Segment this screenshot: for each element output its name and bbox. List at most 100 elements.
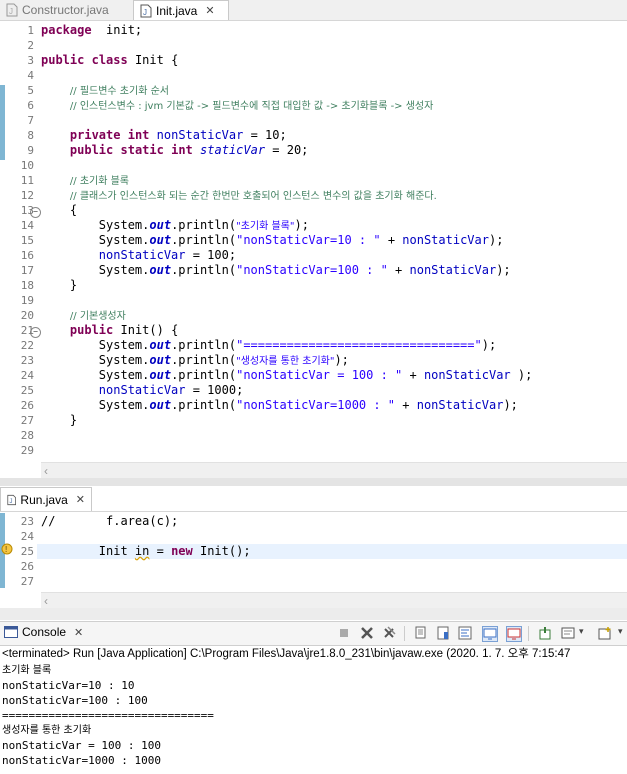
code-line[interactable]: nonStaticVar = 1000; xyxy=(41,383,244,398)
code-line[interactable]: public static int staticVar = 20; xyxy=(41,143,309,158)
code-token: ); xyxy=(334,353,349,367)
code-token: out xyxy=(149,233,172,247)
open-console-icon[interactable] xyxy=(598,626,612,640)
code-line[interactable]: // 필드변수 초기화 순서 xyxy=(41,83,169,98)
line-number: 24 xyxy=(20,369,34,382)
code-line[interactable]: System.out.println("nonStaticVar=1000 : … xyxy=(41,398,518,413)
line-number: 23 xyxy=(20,354,34,367)
code-line[interactable]: nonStaticVar = 100; xyxy=(41,248,236,263)
line-number: 18 xyxy=(20,279,34,292)
code-token: out xyxy=(149,353,172,367)
code-token: in xyxy=(134,544,150,558)
code-token: = 1000; xyxy=(185,383,244,397)
clear-console-icon[interactable] xyxy=(414,626,428,640)
terminate-icon[interactable] xyxy=(337,626,351,640)
code-line[interactable]: System.out.println("====================… xyxy=(41,338,496,353)
code-token: = xyxy=(149,544,172,558)
tab-label: Run.java xyxy=(20,492,68,507)
code-token: out xyxy=(149,398,172,412)
pane-separator[interactable] xyxy=(0,478,627,486)
remove-launch-icon[interactable] xyxy=(360,626,374,640)
console-view-toolbar: Console ✕ ▾ ▾ xyxy=(0,621,627,646)
pane-separator[interactable] xyxy=(0,608,627,620)
display-console-icon[interactable] xyxy=(561,626,575,640)
run-java-editor[interactable]: ! 23// f.area(c); 24 25 Init in = new Init… xyxy=(0,513,627,593)
code-token: .println( xyxy=(171,368,237,382)
code-line[interactable]: Init in = new Init(); xyxy=(41,544,251,559)
tab-init-java[interactable]: J Init.java ✕ xyxy=(133,0,229,20)
code-line[interactable]: // 클래스가 인스턴스화 되는 순간 한번만 호출되어 인스턴스 변수의 값을… xyxy=(41,188,437,203)
show-on-error-icon[interactable] xyxy=(506,626,522,642)
code-token: .println( xyxy=(171,398,237,412)
code-token: + xyxy=(387,263,410,277)
code-line[interactable]: System.out.println("nonStaticVar=100 : "… xyxy=(41,263,511,278)
code-line[interactable]: public Init() { xyxy=(41,323,178,338)
code-line[interactable]: public class Init { xyxy=(41,53,178,68)
console-status: <terminated> Run [Java Application] C:\P… xyxy=(2,648,571,660)
code-token: out xyxy=(149,368,172,382)
close-icon[interactable]: ✕ xyxy=(205,4,214,17)
code-token: System. xyxy=(41,338,150,352)
line-number: 1 xyxy=(27,24,34,37)
scroll-lock-icon[interactable] xyxy=(436,626,450,640)
code-line[interactable]: } xyxy=(41,413,77,428)
close-icon[interactable]: ✕ xyxy=(74,626,83,639)
horizontal-scrollbar[interactable]: ‹ xyxy=(41,462,627,479)
scroll-left-icon[interactable]: ‹ xyxy=(44,464,48,478)
code-token: out xyxy=(149,218,172,232)
code-token: + xyxy=(402,368,424,382)
code-token: staticVar xyxy=(200,143,266,157)
code-token: .println( xyxy=(171,263,237,277)
remove-all-terminated-icon[interactable] xyxy=(382,626,396,640)
console-output[interactable]: <terminated> Run [Java Application] C:\P… xyxy=(0,646,627,774)
code-token: nonStaticVar xyxy=(409,263,497,277)
code-line[interactable]: System.out.println("nonStaticVar=10 : " … xyxy=(41,233,504,248)
horizontal-scrollbar[interactable]: ‹ xyxy=(41,592,627,609)
code-token: .println( xyxy=(171,338,237,352)
tab-run-java[interactable]: J Run.java ✕ xyxy=(0,487,92,511)
code-token: // 초기화 블록 xyxy=(69,176,130,187)
code-token: Init xyxy=(41,544,135,558)
code-line[interactable]: // 인스턴스변수 : jvm 기본값 -> 필드변수에 직접 대입한 값 ->… xyxy=(41,98,433,113)
code-token: int xyxy=(127,128,150,142)
code-token: System. xyxy=(41,398,150,412)
line-number: 27 xyxy=(20,414,34,427)
console-output-line: nonStaticVar=10 : 10 xyxy=(2,679,135,692)
line-number: 22 xyxy=(20,339,34,352)
code-token: = 20; xyxy=(265,143,309,157)
tab-constructor-java[interactable]: J Constructor.java xyxy=(0,0,128,20)
scroll-left-icon[interactable]: ‹ xyxy=(44,594,48,608)
line-number: 29 xyxy=(20,444,34,457)
code-line[interactable]: private int nonStaticVar = 10; xyxy=(41,128,287,143)
line-number: 4 xyxy=(27,69,34,82)
code-line[interactable]: System.out.println("nonStaticVar = 100 :… xyxy=(41,368,533,383)
pin-console-icon[interactable] xyxy=(538,626,552,640)
line-number: 10 xyxy=(20,159,34,172)
line-number: 28 xyxy=(20,429,34,442)
tab-console[interactable]: Console ✕ xyxy=(4,625,83,639)
line-number: 24 xyxy=(20,530,34,543)
java-file-icon: J xyxy=(140,4,152,17)
code-line[interactable]: // f.area(c); xyxy=(41,514,178,529)
line-number: 25 xyxy=(20,545,34,558)
code-line[interactable]: System.out.println("초기화 블록"); xyxy=(41,218,309,233)
code-line[interactable]: System.out.println("생성자를 통한 초기화"); xyxy=(41,353,349,368)
chevron-down-icon[interactable]: ▾ xyxy=(579,626,584,637)
code-line[interactable]: } xyxy=(41,278,77,293)
line-number: 14 xyxy=(20,219,34,232)
show-on-output-icon[interactable] xyxy=(482,626,498,642)
code-line[interactable]: { xyxy=(41,203,77,218)
console-output-line: nonStaticVar = 100 : 100 xyxy=(2,739,161,752)
word-wrap-icon[interactable] xyxy=(458,626,472,640)
code-line[interactable]: // 기본생성자 xyxy=(41,308,126,323)
code-token: class xyxy=(91,53,128,67)
init-java-editor[interactable]: − − 1 package init; 2 3 public class Init {4… xyxy=(0,21,627,461)
console-output-line: nonStaticVar=1000 : 1000 xyxy=(2,754,161,767)
chevron-down-icon[interactable]: ▾ xyxy=(618,626,623,637)
code-line[interactable]: package init; xyxy=(41,23,142,38)
code-token: = 10; xyxy=(243,128,287,142)
code-line[interactable]: // 초기화 블록 xyxy=(41,173,129,188)
code-token: } xyxy=(41,413,78,427)
close-icon[interactable]: ✕ xyxy=(76,493,85,506)
line-number: 12 xyxy=(20,189,34,202)
